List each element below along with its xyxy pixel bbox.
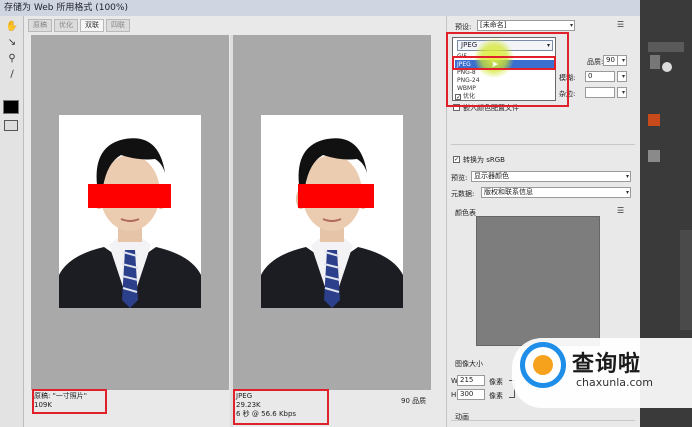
preset-select[interactable]: [未命名] ▾ [477,20,575,31]
matte-select[interactable] [585,87,615,98]
chevron-down-icon: ▾ [569,22,573,29]
annotation-box [32,389,107,414]
chevron-down-icon: ▾ [625,173,629,180]
blur-stepper[interactable]: ▾ [617,71,627,82]
tab-optimized[interactable]: 优化 [54,19,78,32]
blur-input[interactable]: 0 [585,71,615,82]
annotation-box [233,389,329,425]
portrait-photo [261,115,403,308]
toggle-slices-icon[interactable] [4,120,18,131]
metadata-select[interactable]: 版权和联系信息 ▾ [481,187,631,198]
quality-stepper[interactable]: ▾ [617,55,627,66]
tab-original[interactable]: 原稿 [28,19,52,32]
window-title: 存储为 Web 所用格式 (100%) [0,0,640,16]
color-table-label: 颜色表 [455,209,476,217]
slice-select-icon[interactable]: ↘ [3,36,21,50]
original-preview-pane[interactable] [31,35,229,390]
face-redaction-bar [88,184,171,208]
matte-dropdown[interactable]: ▾ [617,87,627,98]
metadata-value: 版权和联系信息 [484,188,533,196]
metadata-label: 元数据: [451,190,475,198]
height-unit: 像素 [489,392,503,400]
eyedropper-icon[interactable]: ∕ [3,68,21,82]
zoom-icon[interactable]: ⚲ [3,52,21,66]
chevron-down-icon: ▾ [625,189,629,196]
preset-label: 预设: [455,23,472,31]
divider [451,144,635,145]
face-redaction-bar [298,184,374,208]
watermark-logo-icon [520,342,566,388]
watermark-url: chaxunla.com [576,376,653,389]
quality-label: 品质: [587,58,604,66]
image-size-label: 图像大小 [455,360,483,368]
tab-4-up[interactable]: 四联 [106,19,130,32]
color-table[interactable] [476,216,600,346]
annotation-box [452,56,556,70]
optimized-preview-pane[interactable] [233,35,431,390]
tool-bar: ✋ ↘ ⚲ ∕ [0,16,24,427]
width-unit: 像素 [489,378,503,386]
convert-srgb-checkbox[interactable]: ✓ [453,156,460,163]
color-table-menu-icon[interactable]: ☰ [617,206,624,215]
preview-label: 预览: [451,174,468,182]
height-input[interactable]: 300 [457,389,485,400]
optimized-quality: 90 品质 [401,397,427,405]
divider [451,420,635,421]
watermark-text: 查询啦 [572,352,642,377]
convert-srgb-label: 转换为 sRGB [463,156,505,164]
chevron-down-icon: ▾ [621,73,625,80]
chevron-down-icon: ▾ [621,57,625,64]
view-tabs: 原稿 优化 双联 四联 [28,19,130,32]
width-input[interactable]: 215 [457,375,485,386]
hand-icon[interactable]: ✋ [3,20,21,34]
preview-value: 显示器颜色 [474,172,509,180]
eyedropper-color-swatch[interactable] [3,100,19,114]
preview-select[interactable]: 显示器颜色 ▾ [471,171,631,182]
tab-2-up[interactable]: 双联 [80,19,104,32]
portrait-photo [59,115,201,308]
panel-menu-icon[interactable]: ☰ [617,20,624,29]
chevron-down-icon: ▾ [621,89,625,96]
preset-value: [未命名] [480,21,507,29]
